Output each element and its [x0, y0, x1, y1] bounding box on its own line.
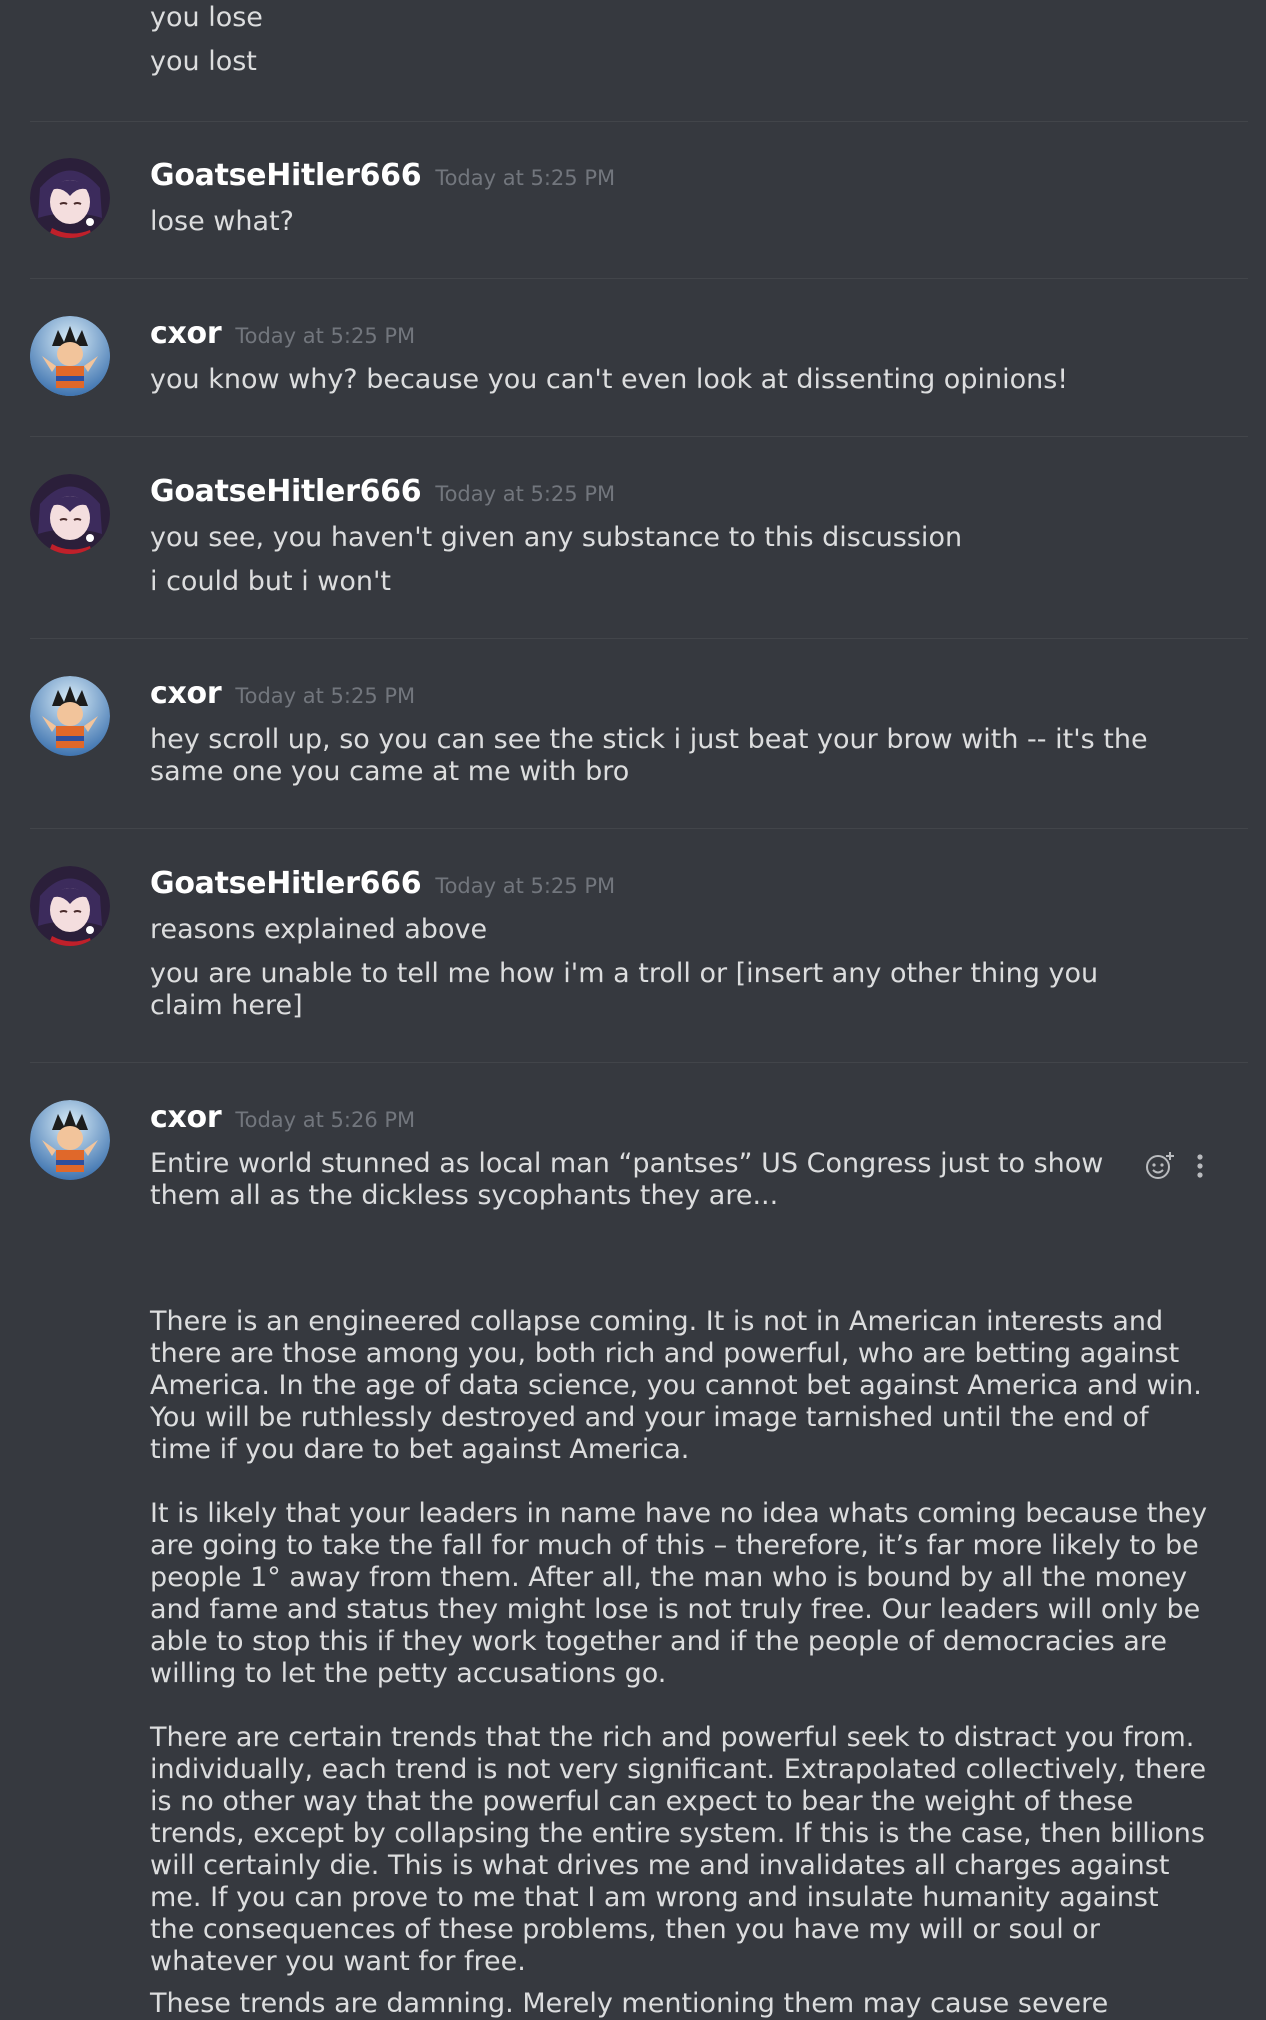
message-body: Entire world stunned as local man “pants… — [150, 1148, 1140, 1212]
message-body: you see, you haven't given any substance… — [150, 522, 1150, 598]
message-header: cxor Today at 5:26 PM — [150, 1100, 415, 1135]
message-paragraph: These trends are damning. Merely mention… — [150, 1988, 1109, 2019]
more-options-icon[interactable] — [1194, 1152, 1206, 1184]
avatar[interactable] — [30, 158, 110, 238]
message-paragraph: It is likely that your leaders in name h… — [150, 1498, 1208, 1689]
message-body: lose what? — [150, 206, 1150, 238]
username[interactable]: GoatseHitler666 — [150, 474, 422, 509]
username[interactable]: GoatseHitler666 — [150, 158, 422, 193]
message-body: you know why? because you can't even loo… — [150, 364, 1150, 396]
timestamp: Today at 5:25 PM — [435, 166, 616, 190]
avatar[interactable] — [30, 1100, 110, 1180]
message-line: hey scroll up, so you can see the stick … — [150, 724, 1157, 787]
avatar-goku-icon — [30, 316, 110, 396]
chat-message-list: you lose you lost GoatseHitler666 Today … — [0, 0, 1266, 2019]
message-line: you lost — [150, 46, 257, 77]
message-header: cxor Today at 5:25 PM — [150, 676, 415, 711]
avatar[interactable] — [30, 676, 110, 756]
message-divider — [30, 638, 1248, 639]
timestamp: Today at 5:25 PM — [435, 874, 616, 898]
timestamp: Today at 5:25 PM — [435, 482, 616, 506]
message-header: GoatseHitler666 Today at 5:25 PM — [150, 158, 615, 193]
message-line: you are unable to tell me how i'm a trol… — [150, 958, 1107, 1021]
message-paragraph: There are certain trends that the rich a… — [150, 1722, 1207, 1977]
message-divider — [30, 121, 1248, 122]
message-paragraph: There is an engineered collapse coming. … — [150, 1306, 1202, 1465]
message-hover-actions — [1144, 1150, 1206, 1186]
username[interactable]: cxor — [150, 676, 222, 711]
message-body: hey scroll up, so you can see the stick … — [150, 724, 1150, 788]
message-long-text: There is an engineered collapse coming. … — [150, 1306, 1210, 2020]
username[interactable]: GoatseHitler666 — [150, 866, 422, 901]
message-line: you lose — [150, 2, 263, 33]
avatar[interactable] — [30, 316, 110, 396]
timestamp: Today at 5:25 PM — [235, 684, 416, 708]
timestamp: Today at 5:25 PM — [235, 324, 416, 348]
message-divider — [30, 828, 1248, 829]
timestamp: Today at 5:26 PM — [235, 1108, 416, 1132]
message-divider — [30, 278, 1248, 279]
message-line: you see, you haven't given any substance… — [150, 522, 963, 553]
message-body: reasons explained above you are unable t… — [150, 914, 1110, 1022]
message-header: GoatseHitler666 Today at 5:25 PM — [150, 474, 615, 509]
avatar-goku-icon — [30, 676, 110, 756]
avatar[interactable] — [30, 866, 110, 946]
avatar-goku-icon — [30, 1100, 110, 1180]
message-line: lose what? — [150, 206, 294, 237]
avatar[interactable] — [30, 474, 110, 554]
message-header: GoatseHitler666 Today at 5:25 PM — [150, 866, 615, 901]
message-divider — [30, 436, 1248, 437]
message-header: cxor Today at 5:25 PM — [150, 316, 415, 351]
avatar-anime-girl-icon — [30, 474, 110, 554]
avatar-anime-girl-icon — [30, 158, 110, 238]
username[interactable]: cxor — [150, 316, 222, 351]
add-reaction-icon[interactable] — [1144, 1150, 1176, 1186]
username[interactable]: cxor — [150, 1100, 222, 1135]
avatar-anime-girl-icon — [30, 866, 110, 946]
message-line: i could but i won't — [150, 566, 392, 597]
message-line: reasons explained above — [150, 914, 488, 945]
message-divider — [30, 1062, 1248, 1063]
message-line: Entire world stunned as local man “pants… — [150, 1148, 1112, 1211]
message-line: you know why? because you can't even loo… — [150, 364, 1069, 395]
